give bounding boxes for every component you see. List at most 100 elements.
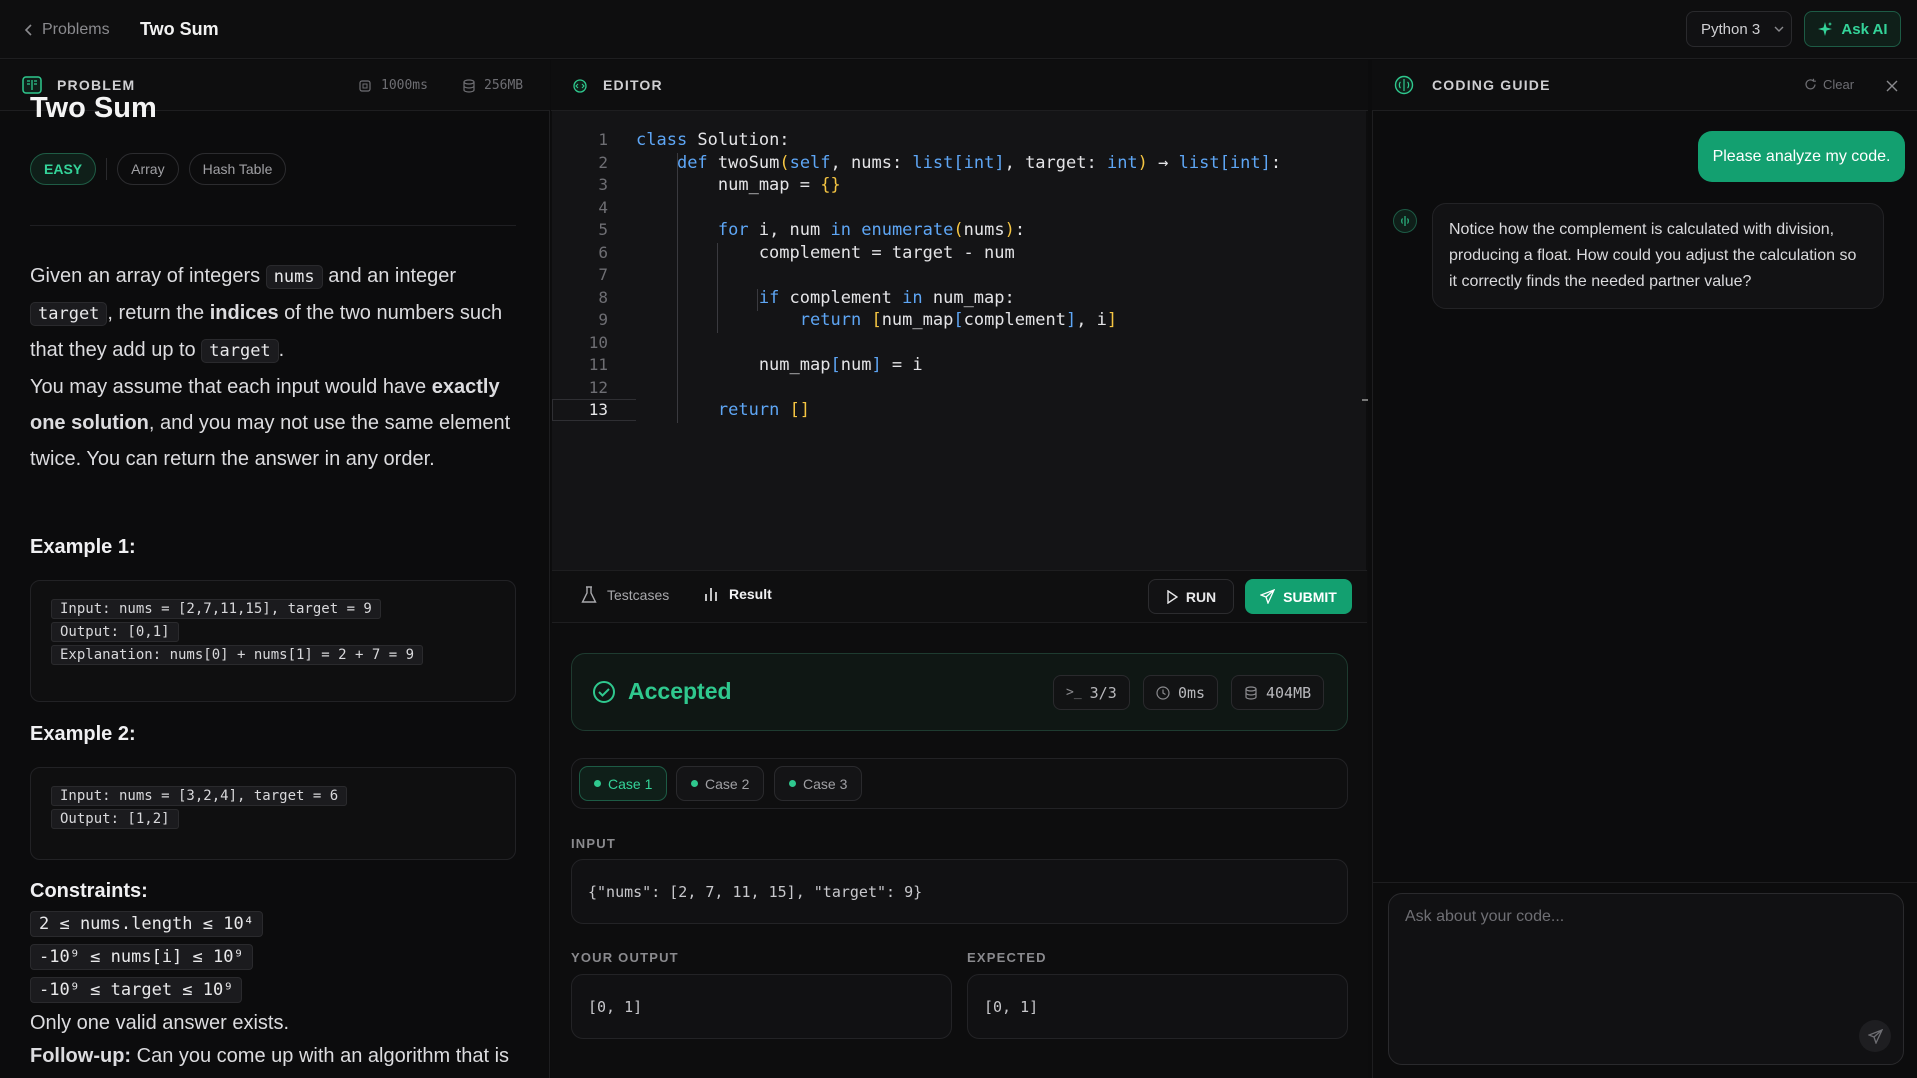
pass-dot [594,780,601,787]
chevron-left-icon [24,24,32,36]
problem-title: Two Sum [30,92,157,124]
ask-ai-button[interactable]: Ask AI [1804,11,1901,47]
clear-button[interactable]: Clear [1804,77,1854,92]
clear-label: Clear [1823,77,1855,92]
code-line: return [num_map[complement], i] [799,310,1118,330]
database-icon [463,79,475,93]
desc-bold: indices [209,302,279,324]
example-2-output: Output: [1,2] [51,809,179,829]
desc-text: Given an array of integers [30,265,266,287]
your-output-box: [0, 1] [571,974,952,1039]
input-value-box: {"nums": [2, 7, 11, 15], "target": 9} [571,859,1348,924]
constraint-item: -10⁹ ≤ nums[i] ≤ 10⁹ [30,944,253,970]
code-target: target [201,339,279,363]
play-icon [1167,589,1178,604]
result-summary-card: Accepted >_ 3/3 0ms 404MB [571,653,1348,731]
result-status-label: Accepted [628,678,732,704]
code-line: def twoSum(self, nums: list[int], target… [676,152,1282,173]
follow-up: Follow-up: Can you come up with an algor… [30,1045,520,1068]
code-line: num_map = {} [636,175,841,195]
example-1-input: Input: nums = [2,7,11,15], target = 9 [51,599,381,619]
run-button[interactable]: RUN [1148,579,1234,614]
ask-ai-label: Ask AI [1841,20,1888,38]
tab-testcases-label: Testcases [607,587,670,603]
top-bar: Problems Two Sum Python 3 Ask AI [0,0,1917,59]
problem-panel-title: PROBLEM [57,77,136,93]
example-2-box: Input: nums = [3,2,4], target = 6 Output… [30,767,516,860]
memory-limit: 256MB [484,77,524,93]
constraints: Constraints: 2 ≤ nums.length ≤ 10⁴ -10⁹ … [30,880,520,1068]
line-number: 6 [598,242,608,262]
line-number: 3 [598,175,608,194]
example-1-box: Input: nums = [2,7,11,15], target = 9 Ou… [30,580,516,702]
pass-dot [789,780,796,787]
difficulty-badge: EASY [30,153,97,185]
run-label: RUN [1185,588,1217,605]
desc-text: , return the [107,302,210,324]
tag-hash-table[interactable]: Hash Table [188,153,287,185]
tag-array[interactable]: Array [117,153,179,185]
desc-paragraph-1: Given an array of integers nums and an i… [30,258,520,369]
result-status: Accepted [592,678,732,705]
check-circle-icon [593,680,615,703]
case-tab-2[interactable]: Case 2 [676,766,765,801]
flask-icon [581,586,597,603]
editor-scroll-marker[interactable] [1362,399,1368,401]
memory-badge: 404MB [1231,675,1325,710]
line-number: 4 [598,197,608,217]
line-number: 8 [598,287,608,307]
constraint-note: Only one valid answer exists. [30,1012,290,1034]
code-line: complement = target - num [636,242,1015,263]
editor-panel-title: EDITOR [603,77,663,93]
tab-testcases[interactable]: Testcases [581,586,669,604]
brain-icon [1394,75,1414,95]
code-line: class Solution: [636,130,790,150]
database-icon [1245,685,1257,700]
code-line: if complement in num_map: [758,287,1015,308]
your-output-label: YOUR OUTPUT [571,950,679,965]
code-editor[interactable]: 1 2 3 4 5 6 7 8 9 10 11 12 13 class Solu… [552,111,1366,570]
constraints-heading: Constraints: [30,880,148,902]
example-2-input: Input: nums = [3,2,4], target = 6 [51,786,348,806]
line-number: 11 [588,355,608,374]
clock-icon [1156,685,1170,700]
case-tabs: Case 1 Case 2 Case 3 [571,758,1348,809]
runtime-value: 0ms [1178,683,1206,702]
follow-up-text: Can you come up with an algorithm that i… [131,1045,510,1067]
desc-text: You may assume that each input would hav… [30,376,432,398]
code-icon [573,79,587,93]
send-icon [1867,1028,1883,1044]
line-number: 10 [588,332,608,352]
language-select[interactable]: Python 3 [1686,11,1792,47]
time-limit: 1000ms [381,77,428,93]
tab-result-label: Result [729,586,772,602]
passed-count: 3/3 [1089,683,1117,702]
problem-description: Given an array of integers nums and an i… [30,258,520,477]
input-label: INPUT [571,836,616,851]
code-content: class Solution: def twoSum(self, nums: l… [636,129,1281,422]
line-number: 13 [588,400,608,419]
line-number: 7 [598,265,608,284]
send-button[interactable] [1859,1020,1891,1052]
case-tab-3[interactable]: Case 3 [774,766,863,801]
case-tab-1[interactable]: Case 1 [579,766,668,801]
refresh-icon [1805,78,1816,90]
pass-dot [691,780,698,787]
example-1-heading: Example 1: [30,536,136,558]
line-number: 5 [598,220,608,239]
send-icon [1260,589,1276,604]
problem-tags: EASY Array Hash Table [30,153,287,185]
code-target: target [30,302,108,326]
back-to-problems-link[interactable]: Problems [24,19,124,41]
example-1-output: Output: [0,1] [51,622,179,642]
tab-result[interactable]: Result [703,586,772,602]
submit-button[interactable]: SUBMIT [1245,579,1352,614]
divider [30,225,516,226]
chat-input[interactable]: Ask about your code... [1388,893,1904,1065]
code-line: return [] [717,400,811,420]
close-icon[interactable] [1886,80,1898,92]
passed-count-badge: >_ 3/3 [1053,675,1130,710]
constraint-item: -10⁹ ≤ target ≤ 10⁹ [30,977,243,1003]
cpu-icon [359,80,371,92]
